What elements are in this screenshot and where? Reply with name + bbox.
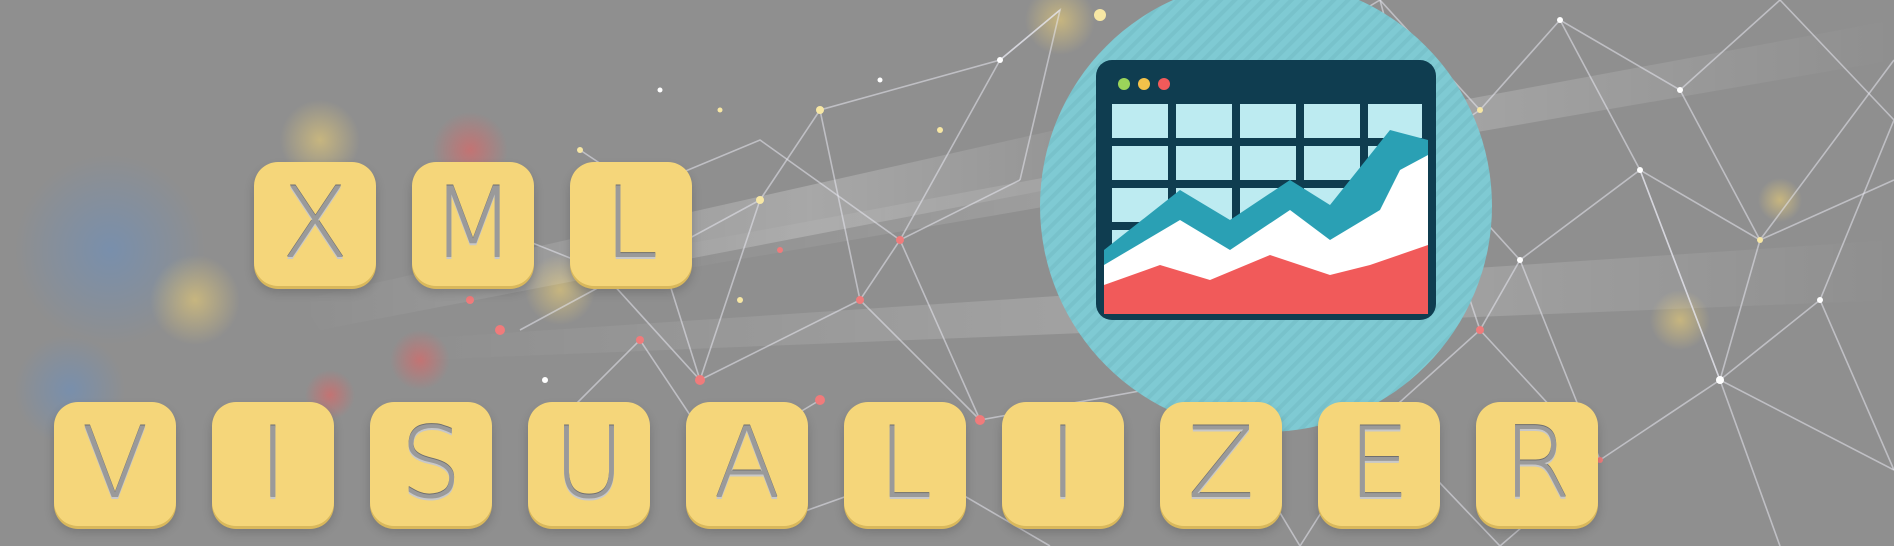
tile-letter: R (1502, 407, 1572, 521)
letter-tile: I (1002, 402, 1124, 526)
tile-letter: S (399, 407, 463, 521)
tile-letter: V (81, 407, 149, 521)
letter-tile: Z (1160, 402, 1282, 526)
tile-letter: L (877, 407, 933, 521)
tile-letter: Z (1187, 407, 1255, 521)
xml-visualizer-banner: X M L V I S U A L I Z E R (0, 0, 1894, 546)
letter-tile: A (686, 402, 808, 526)
letter-tile: V (54, 402, 176, 526)
tile-letter: M (430, 167, 516, 281)
tile-letter: I (1048, 407, 1078, 521)
window-dot-yellow (1138, 78, 1150, 90)
tile-letter: A (713, 407, 781, 521)
letter-tile: E (1318, 402, 1440, 526)
letter-tile: L (844, 402, 966, 526)
letter-tile: M (412, 162, 534, 286)
letter-tile: L (570, 162, 692, 286)
tile-letter: E (1348, 407, 1410, 521)
letter-tile: I (212, 402, 334, 526)
tile-letter: X (281, 167, 349, 281)
tile-letter: L (603, 167, 659, 281)
tile-letter: U (553, 407, 625, 521)
letter-tile: X (254, 162, 376, 286)
letter-tile: S (370, 402, 492, 526)
spreadsheet-chart-icon (1040, 0, 1492, 432)
tile-letter: I (258, 407, 288, 521)
letter-tile: U (528, 402, 650, 526)
window-dot-green (1118, 78, 1130, 90)
letter-tile: R (1476, 402, 1598, 526)
window-dot-red (1158, 78, 1170, 90)
